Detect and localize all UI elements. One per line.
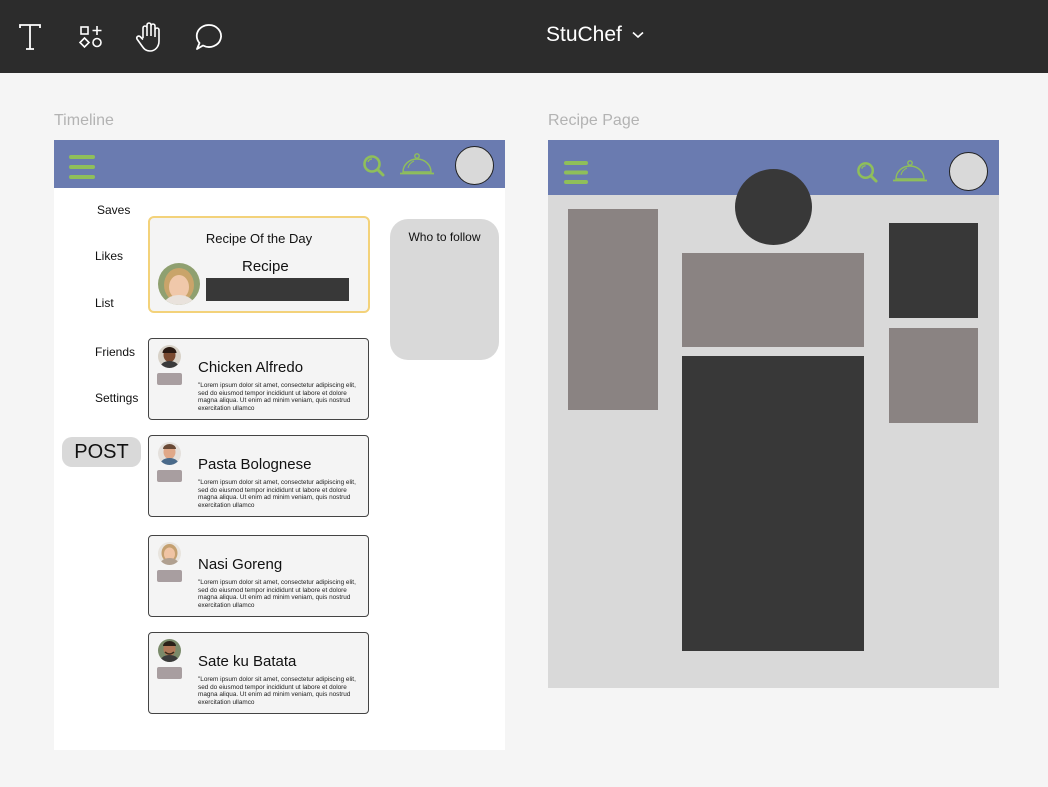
post-tag-placeholder: [157, 570, 182, 582]
sidebar-item-saves[interactable]: Saves: [97, 203, 130, 217]
sidebar-item-list[interactable]: List: [95, 296, 114, 310]
post-text: "Lorem ipsum dolor sit amet, consectetur…: [198, 676, 356, 707]
comment-tool-button[interactable]: [192, 20, 226, 54]
recipe-of-the-day-placeholder: [206, 278, 349, 301]
post-card[interactable]: Pasta Bolognese "Lorem ipsum dolor sit a…: [148, 435, 369, 517]
components-icon: [78, 26, 102, 49]
hand-icon: [135, 22, 160, 52]
post-text: "Lorem ipsum dolor sit amet, consectetur…: [198, 579, 356, 610]
components-tool-button[interactable]: [74, 20, 108, 54]
recipe-page-frame[interactable]: [548, 140, 999, 688]
right-bottom-placeholder: [889, 328, 978, 423]
recipe-image-placeholder: [682, 253, 864, 347]
post-title: Sate ku Batata: [198, 653, 297, 670]
text-tool-button[interactable]: [13, 20, 47, 54]
post-card[interactable]: Sate ku Batata "Lorem ipsum dolor sit am…: [148, 632, 369, 714]
recipe-content-placeholder: [682, 356, 864, 651]
search-icon[interactable]: [856, 161, 879, 184]
chevron-down-icon: [632, 31, 644, 39]
timeline-header: [54, 140, 505, 188]
author-avatar: [158, 345, 181, 368]
post-tag-placeholder: [157, 667, 182, 679]
profile-avatar[interactable]: [949, 152, 988, 191]
document-title-menu[interactable]: StuChef: [546, 23, 644, 47]
recipe-of-the-day-card[interactable]: Recipe Of the Day Recipe: [148, 216, 370, 313]
post-card[interactable]: Chicken Alfredo "Lorem ipsum dolor sit a…: [148, 338, 369, 420]
timeline-frame[interactable]: Saves Likes List Friends Settings POST R…: [54, 140, 505, 750]
editor-toolbar: StuChef: [0, 0, 1048, 73]
text-icon: [19, 24, 41, 50]
left-column-placeholder: [568, 209, 658, 410]
post-title: Pasta Bolognese: [198, 456, 312, 473]
profile-avatar[interactable]: [455, 146, 494, 185]
timeline-frame-label[interactable]: Timeline: [54, 112, 114, 130]
cloche-icon[interactable]: [399, 152, 435, 178]
post-button[interactable]: POST: [62, 437, 141, 467]
sidebar-item-friends[interactable]: Friends: [95, 345, 135, 359]
post-text: "Lorem ipsum dolor sit amet, consectetur…: [198, 479, 356, 510]
post-card[interactable]: Nasi Goreng "Lorem ipsum dolor sit amet,…: [148, 535, 369, 617]
comment-icon: [195, 24, 222, 50]
recipe-page-frame-label[interactable]: Recipe Page: [548, 112, 640, 130]
recipe-author-avatar-placeholder: [735, 169, 812, 245]
right-top-placeholder: [889, 223, 978, 318]
sidebar-item-likes[interactable]: Likes: [95, 249, 123, 263]
author-avatar: [158, 542, 181, 565]
author-avatar: [158, 442, 181, 465]
hamburger-menu-icon[interactable]: [69, 155, 95, 179]
recipe-of-the-day-recipe-label: Recipe: [242, 258, 289, 275]
post-text: "Lorem ipsum dolor sit amet, consectetur…: [198, 382, 356, 413]
recipe-of-the-day-title: Recipe Of the Day: [205, 231, 313, 246]
post-title: Nasi Goreng: [198, 556, 283, 573]
document-title: StuChef: [546, 23, 622, 46]
cloche-icon[interactable]: [892, 159, 928, 185]
featured-chef-avatar: [158, 263, 200, 305]
post-title: Chicken Alfredo: [198, 359, 304, 376]
sidebar-item-settings[interactable]: Settings: [95, 391, 138, 405]
who-to-follow-panel[interactable]: Who to follow: [390, 219, 499, 360]
post-tag-placeholder: [157, 373, 182, 385]
hand-tool-button[interactable]: [132, 20, 166, 54]
author-avatar: [158, 639, 181, 662]
post-tag-placeholder: [157, 470, 182, 482]
hamburger-menu-icon[interactable]: [564, 161, 588, 184]
who-to-follow-title: Who to follow: [408, 230, 481, 244]
search-icon[interactable]: [362, 154, 386, 178]
